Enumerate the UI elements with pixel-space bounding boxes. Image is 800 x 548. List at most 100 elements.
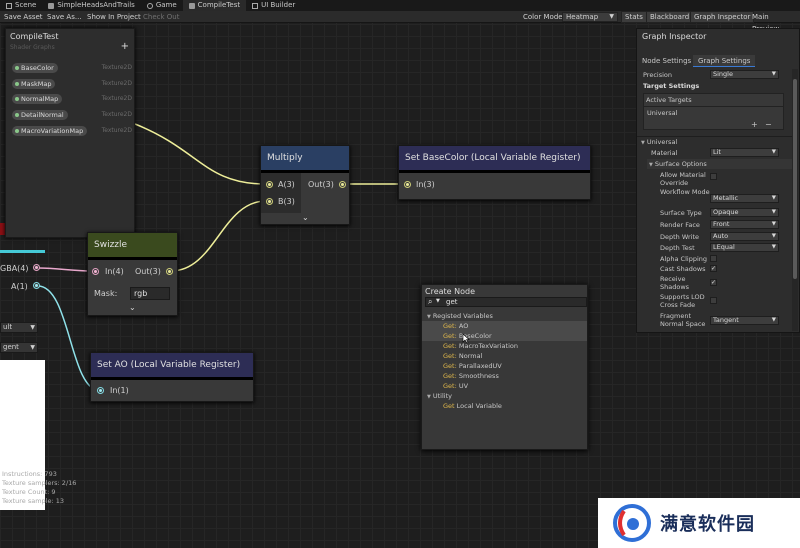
alpha-clipping-checkbox[interactable]	[710, 255, 717, 262]
input-port-a-label: A(3)	[278, 180, 295, 189]
property-type: Texture2D	[101, 80, 132, 87]
list-item[interactable]: Get: UV	[422, 381, 587, 391]
set-ao-node[interactable]: Set AO (Local Variable Register) In(1)	[90, 352, 254, 402]
blackboard-panel[interactable]: CompileTest Shader Graphs + BaseColor Te…	[5, 28, 135, 238]
surface-type-dropdown[interactable]: Opaque ▼	[710, 208, 779, 217]
port-rgba-dot[interactable]	[33, 264, 40, 271]
workflow-mode-dropdown[interactable]: Metallic ▼	[710, 194, 779, 203]
chevron-down-icon: ▼	[771, 221, 776, 227]
multiply-node[interactable]: Multiply A(3) B(3) Out(3) ⌄	[260, 145, 350, 225]
lod-crossfade-checkbox[interactable]	[710, 297, 717, 304]
input-port-label: In(4)	[105, 267, 124, 276]
list-item[interactable]: Get: MacroTexVariation	[422, 341, 587, 351]
tab-simpleheadsandtrails[interactable]: SimpleHeadsAndTrails	[42, 0, 140, 11]
group-registered-variables[interactable]: ▼ Registed Variables	[422, 311, 587, 321]
property-pill[interactable]: NormalMap	[12, 94, 63, 104]
input-port-dot[interactable]	[97, 387, 104, 394]
graph-toolbar: Save Asset Save As... Show In Project Ch…	[0, 11, 800, 33]
blackboard-property[interactable]: DetailNormal Texture2D	[12, 110, 132, 120]
depth-write-dropdown[interactable]: Auto ▼	[710, 232, 779, 241]
tab-scene[interactable]: Scene	[0, 0, 42, 11]
blackboard-subtitle: Shader Graphs	[10, 44, 55, 51]
tab-node-settings[interactable]: Node Settings	[637, 55, 696, 67]
tab-ui-builder[interactable]: UI Builder	[246, 0, 301, 11]
set-basecolor-node[interactable]: Set BaseColor (Local Variable Register) …	[398, 145, 591, 200]
chevron-down-icon: ▼	[641, 140, 645, 146]
render-face-dropdown[interactable]: Front ▼	[710, 220, 779, 229]
save-asset-button[interactable]: Save Asset	[1, 11, 46, 23]
port-a-label: A(1)	[11, 282, 28, 291]
graph-inspector-button[interactable]: Graph Inspector	[690, 11, 755, 23]
property-pill[interactable]: MaskMap	[12, 79, 56, 89]
chevron-down-icon[interactable]: ⌄	[129, 303, 136, 312]
chevron-down-icon[interactable]: ⌄	[302, 213, 309, 222]
color-mode-dropdown[interactable]: Heatmap ▼	[562, 12, 618, 22]
allow-material-override-checkbox[interactable]	[710, 173, 717, 180]
wire-swizzle-to-multiply	[170, 200, 267, 272]
precision-label: Precision	[643, 71, 673, 79]
check-out-button[interactable]: Check Out	[140, 11, 182, 23]
list-item[interactable]: Get: AO	[422, 321, 587, 331]
editor-tab-bar: Scene SimpleHeadsAndTrails Game CompileT…	[0, 0, 800, 11]
receive-shadows-checkbox[interactable]: ✓	[710, 279, 717, 286]
fragment-normal-space-dropdown[interactable]: Tangent ▼	[710, 316, 779, 325]
input-port-b-dot[interactable]	[266, 198, 273, 205]
cast-shadows-checkbox[interactable]: ✓	[710, 265, 717, 272]
list-item[interactable]: Get: ParallaxedUV	[422, 361, 587, 371]
tab-game[interactable]: Game	[141, 0, 183, 11]
group-utility[interactable]: ▼ Utility	[422, 391, 587, 401]
tab-compiletest[interactable]: CompileTest	[182, 0, 247, 11]
watermark-logo-icon	[613, 504, 651, 542]
output-port-dot[interactable]	[339, 181, 346, 188]
stats-button[interactable]: Stats	[621, 11, 647, 23]
port-a-dot[interactable]	[33, 282, 40, 289]
input-port-dot[interactable]	[92, 268, 99, 275]
tab-graph-settings[interactable]: Graph Settings	[693, 55, 756, 67]
section-universal-foldout[interactable]: ▼ Universal	[641, 138, 677, 146]
mask-label: Mask:	[94, 289, 118, 298]
blackboard-property[interactable]: MacroVariationMap Texture2D	[12, 126, 132, 136]
left-node-dropdown-2[interactable]: gent ▼	[0, 342, 38, 353]
add-property-button[interactable]: +	[121, 41, 129, 52]
builder-icon	[252, 2, 259, 9]
property-pill[interactable]: DetailNormal	[12, 110, 68, 120]
graph-icon	[188, 2, 195, 9]
list-item[interactable]: Get: Smoothness	[422, 371, 587, 381]
fragment-normal-space-label: Fragment Normal Space	[660, 312, 706, 328]
blackboard-button[interactable]: Blackboard	[646, 11, 694, 23]
scrollbar-thumb[interactable]	[793, 79, 797, 279]
inspector-scrollbar[interactable]	[792, 69, 798, 331]
remove-target-button[interactable]: −	[765, 120, 772, 129]
mouse-cursor-icon	[462, 333, 470, 344]
material-dropdown[interactable]: Lit ▼	[710, 148, 779, 157]
precision-dropdown[interactable]: Single ▼	[710, 70, 779, 79]
mask-input[interactable]: rgb	[130, 287, 170, 300]
blackboard-property[interactable]: BaseColor Texture2D	[12, 63, 132, 73]
show-in-project-button[interactable]: Show In Project	[84, 11, 144, 23]
list-item[interactable]: Get Local Variable	[422, 401, 587, 411]
blackboard-property[interactable]: NormalMap Texture2D	[12, 94, 132, 104]
swizzle-node[interactable]: Swizzle In(4) Out(3) Mask: rgb ⌄	[87, 232, 178, 316]
surface-options-foldout[interactable]: ▼ Surface Options	[649, 160, 707, 168]
depth-test-dropdown[interactable]: LEqual ▼	[710, 243, 779, 252]
surface-type-label: Surface Type	[660, 209, 702, 217]
input-port-dot[interactable]	[404, 181, 411, 188]
list-item[interactable]: Get: BaseColor	[422, 331, 587, 341]
input-port-a-dot[interactable]	[266, 181, 273, 188]
list-item[interactable]: Get: Normal	[422, 351, 587, 361]
save-as-button[interactable]: Save As...	[44, 11, 85, 23]
node-title: Set AO (Local Variable Register)	[91, 353, 253, 377]
blackboard-property[interactable]: MaskMap Texture2D	[12, 79, 132, 89]
node-divider	[91, 377, 253, 380]
node-search-input[interactable]: get	[425, 297, 587, 307]
main-preview-button[interactable]: Main Preview	[749, 11, 800, 33]
left-node-dropdown-1[interactable]: ult ▼	[0, 322, 38, 333]
add-target-button[interactable]: +	[751, 120, 758, 129]
create-node-popup[interactable]: Create Node get ⌕ ▼ ▼ Registed Variables …	[421, 284, 588, 450]
output-port-dot[interactable]	[166, 268, 173, 275]
target-universal-item[interactable]: Universal	[647, 109, 677, 117]
property-pill[interactable]: BaseColor	[12, 63, 58, 73]
property-pill[interactable]: MacroVariationMap	[12, 126, 88, 136]
graph-inspector-panel[interactable]: Graph Inspector Node Settings Graph Sett…	[636, 28, 800, 333]
graph-icon	[48, 2, 55, 9]
